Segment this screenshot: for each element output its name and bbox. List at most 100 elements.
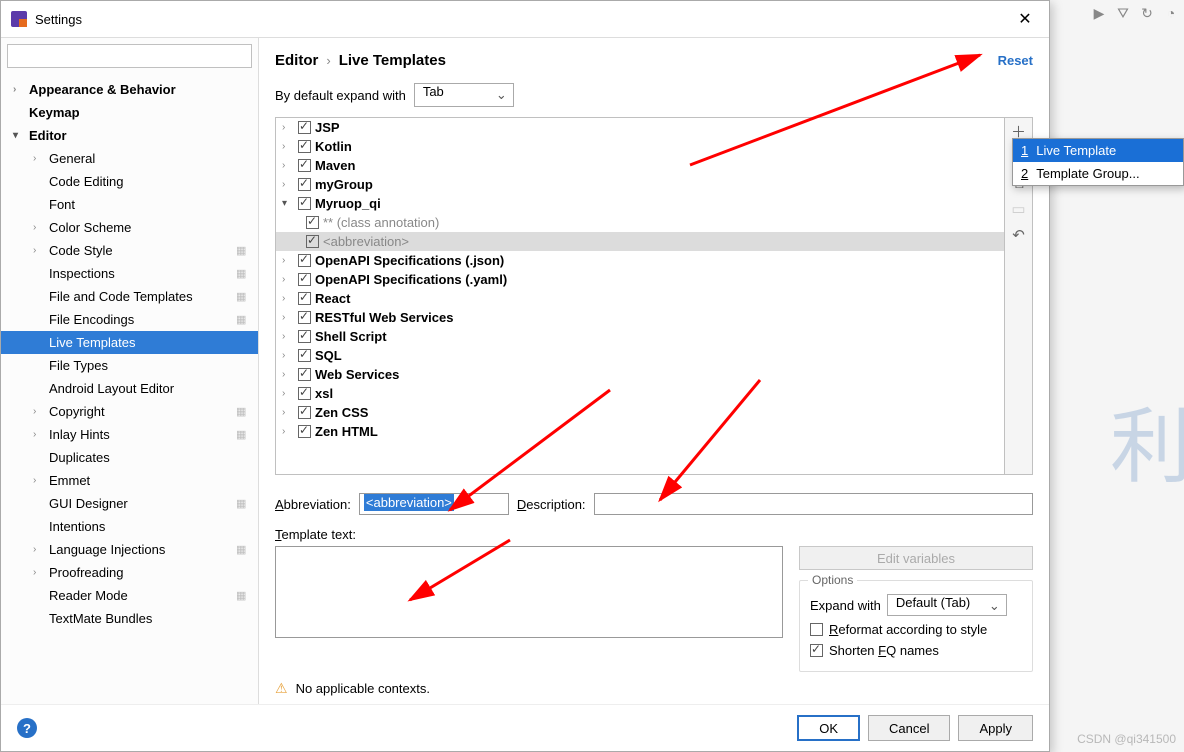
template-row[interactable]: <abbreviation>	[276, 232, 1004, 251]
template-checkbox[interactable]	[298, 292, 311, 305]
template-checkbox[interactable]	[298, 197, 311, 210]
template-row[interactable]: Zen CSS	[276, 403, 1004, 422]
sidebar-item[interactable]: Live Templates	[1, 331, 258, 354]
template-row[interactable]: React	[276, 289, 1004, 308]
template-checkbox[interactable]	[298, 425, 311, 438]
template-row[interactable]: Web Services	[276, 365, 1004, 384]
abbreviation-input[interactable]: <abbreviation>	[359, 493, 509, 515]
template-checkbox[interactable]	[306, 216, 319, 229]
expand-combo[interactable]: Tab	[414, 83, 514, 107]
template-checkbox[interactable]	[298, 330, 311, 343]
templates-area: JSP Kotlin MavenmyGroupMyruop_qi** (class …	[275, 117, 1033, 475]
sidebar-item[interactable]: Keymap	[1, 101, 258, 124]
template-checkbox[interactable]	[298, 349, 311, 362]
popup-mnemonic-1: 1	[1021, 143, 1028, 158]
revert-button[interactable]: ↶	[1005, 222, 1032, 248]
debug-icon[interactable]: ⛛	[1114, 4, 1132, 22]
template-row[interactable]: Myruop_qi	[276, 194, 1004, 213]
template-row[interactable]: ** (class annotation)	[276, 213, 1004, 232]
sidebar-item[interactable]: Copyright▦	[1, 400, 258, 423]
template-row[interactable]: Zen HTML	[276, 422, 1004, 441]
template-label: <abbreviation>	[323, 234, 409, 249]
template-text-label: Template text:	[275, 515, 1033, 542]
sidebar-item[interactable]: Emmet	[1, 469, 258, 492]
template-label: Zen HTML	[315, 424, 378, 439]
template-row[interactable]: xsl	[276, 384, 1004, 403]
template-checkbox[interactable]	[306, 235, 319, 248]
sidebar-item[interactable]: Inlay Hints▦	[1, 423, 258, 446]
sidebar-item[interactable]: Inspections▦	[1, 262, 258, 285]
description-input[interactable]	[594, 493, 1033, 515]
template-checkbox[interactable]	[298, 387, 311, 400]
sidebar-item[interactable]: Appearance & Behavior	[1, 78, 258, 101]
ide-toolbar: ▶ ⛛ ↻ ◔	[1090, 4, 1180, 22]
coverage-icon[interactable]: ↻	[1138, 4, 1156, 22]
config-scope-icon: ▦	[236, 589, 250, 603]
template-checkbox[interactable]	[298, 406, 311, 419]
template-checkbox[interactable]	[298, 178, 311, 191]
sidebar-item-label: TextMate Bundles	[49, 611, 152, 626]
popup-mnemonic-2: 2	[1021, 166, 1028, 181]
sidebar-item[interactable]: Language Injections▦	[1, 538, 258, 561]
template-checkbox[interactable]	[298, 311, 311, 324]
template-checkbox[interactable]	[298, 254, 311, 267]
template-row[interactable]: Maven	[276, 156, 1004, 175]
sidebar-item[interactable]: Duplicates	[1, 446, 258, 469]
template-row[interactable]: Shell Script	[276, 327, 1004, 346]
sidebar-item[interactable]: Code Editing	[1, 170, 258, 193]
sidebar-item[interactable]: File Types	[1, 354, 258, 377]
run-icon[interactable]: ▶	[1090, 4, 1108, 22]
expand-with-combo[interactable]: Default (Tab)	[887, 594, 1007, 616]
reset-link[interactable]: Reset	[998, 53, 1033, 68]
sidebar-item[interactable]: File and Code Templates▦	[1, 285, 258, 308]
sidebar-item-label: Duplicates	[49, 450, 110, 465]
templates-list[interactable]: JSP Kotlin MavenmyGroupMyruop_qi** (class …	[276, 118, 1004, 474]
shorten-fq-checkbox[interactable]	[810, 644, 823, 657]
sidebar-item[interactable]: Editor	[1, 124, 258, 147]
sidebar-item[interactable]: Android Layout Editor	[1, 377, 258, 400]
help-icon[interactable]: ?	[17, 718, 37, 738]
profile-icon[interactable]: ◔	[1162, 4, 1180, 22]
template-row[interactable]: OpenAPI Specifications (.json)	[276, 251, 1004, 270]
sidebar-item[interactable]: Reader Mode▦	[1, 584, 258, 607]
abbr-label: Abbreviation:	[275, 497, 351, 512]
sidebar-item[interactable]: TextMate Bundles	[1, 607, 258, 630]
popup-template-group[interactable]: 2 Template Group...	[1013, 162, 1183, 185]
sidebar-item[interactable]: Code Style▦	[1, 239, 258, 262]
close-button[interactable]: ✕	[1011, 7, 1039, 31]
sidebar-item[interactable]: Color Scheme	[1, 216, 258, 239]
cancel-button[interactable]: Cancel	[868, 715, 950, 741]
template-row[interactable]: myGroup	[276, 175, 1004, 194]
template-row[interactable]: SQL	[276, 346, 1004, 365]
template-checkbox[interactable]	[298, 368, 311, 381]
tree-arrow-icon	[13, 84, 25, 95]
template-text-area[interactable]	[275, 546, 783, 638]
popup-live-template[interactable]: 1 Live Template	[1013, 139, 1183, 162]
reformat-checkbox[interactable]	[810, 623, 823, 636]
breadcrumb-root[interactable]: Editor	[275, 52, 318, 69]
settings-tree[interactable]: Appearance & BehaviorKeymapEditorGeneral…	[1, 74, 258, 704]
search-input[interactable]	[7, 44, 252, 68]
template-checkbox[interactable]	[298, 273, 311, 286]
define-link[interactable]: Define⌄	[275, 697, 1033, 704]
sidebar-item-label: Copyright	[49, 404, 105, 419]
titlebar: Settings ✕	[1, 1, 1049, 38]
apply-button[interactable]: Apply	[958, 715, 1033, 741]
sidebar-item[interactable]: General	[1, 147, 258, 170]
sidebar-item[interactable]: File Encodings▦	[1, 308, 258, 331]
template-checkbox[interactable]	[298, 121, 311, 134]
sidebar-item[interactable]: Intentions	[1, 515, 258, 538]
template-row[interactable]: OpenAPI Specifications (.yaml)	[276, 270, 1004, 289]
settings-sidebar: 🔍 Appearance & BehaviorKeymapEditorGener…	[1, 38, 259, 704]
sidebar-item[interactable]: Font	[1, 193, 258, 216]
template-checkbox[interactable]	[298, 159, 311, 172]
template-checkbox[interactable]	[298, 140, 311, 153]
sidebar-item[interactable]: GUI Designer▦	[1, 492, 258, 515]
config-scope-icon: ▦	[236, 267, 250, 281]
template-row[interactable]: JSP	[276, 118, 1004, 137]
sidebar-item[interactable]: Proofreading	[1, 561, 258, 584]
template-row[interactable]: Kotlin	[276, 137, 1004, 156]
template-label: Kotlin	[315, 139, 352, 154]
template-row[interactable]: RESTful Web Services	[276, 308, 1004, 327]
ok-button[interactable]: OK	[797, 715, 860, 741]
